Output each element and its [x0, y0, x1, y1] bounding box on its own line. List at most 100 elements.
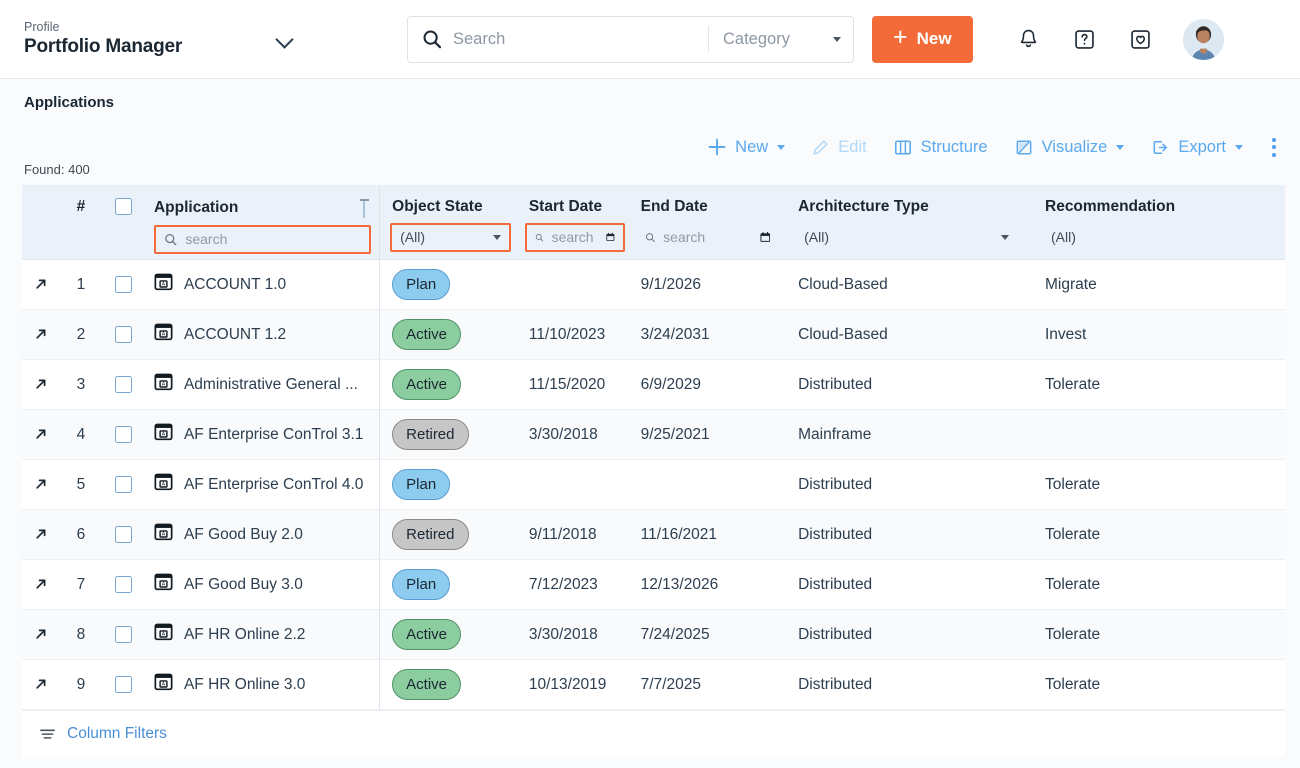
open-detail-icon[interactable]: [33, 676, 50, 693]
row-application[interactable]: A AF Good Buy 2.0: [145, 509, 380, 560]
table-row[interactable]: 4 A AF Enterprise ConTrol 3.1 Retired 3/30/2…: [22, 409, 1285, 460]
row-application[interactable]: A AF Enterprise ConTrol 4.0: [145, 459, 380, 510]
category-dropdown[interactable]: Category: [709, 30, 853, 49]
global-search-bar[interactable]: Category: [407, 15, 854, 63]
row-expand-cell[interactable]: [22, 459, 61, 510]
row-checkbox[interactable]: [115, 625, 133, 643]
recommendation-filter-select[interactable]: (All): [1043, 223, 1267, 252]
row-application[interactable]: A AF HR Online 3.0: [145, 659, 380, 710]
row-application[interactable]: A ACCOUNT 1.2: [145, 309, 380, 360]
row-application[interactable]: A Administrative General ...: [145, 359, 380, 410]
application-filter-input[interactable]: [185, 231, 362, 247]
bell-icon[interactable]: [1016, 26, 1042, 52]
row-checkbox-cell[interactable]: [101, 259, 146, 310]
page-body: Applications New Edit Structure Visualiz…: [0, 79, 1300, 768]
row-checkbox[interactable]: [115, 525, 133, 543]
row-application[interactable]: A AF HR Online 2.2: [145, 609, 380, 660]
end-date-filter-input[interactable]: [663, 229, 752, 245]
column-filters-link[interactable]: Column Filters: [67, 725, 167, 743]
new-button[interactable]: + New: [872, 15, 973, 63]
avatar[interactable]: [1182, 18, 1224, 60]
header-architecture-type[interactable]: Architecture Type (All): [788, 185, 1035, 260]
toolbar-structure[interactable]: Structure: [880, 130, 1001, 164]
open-detail-icon[interactable]: [33, 276, 50, 293]
open-detail-icon[interactable]: [33, 576, 50, 593]
row-expand-cell[interactable]: [22, 559, 61, 610]
row-object-state: Active: [379, 359, 519, 410]
row-checkbox-cell[interactable]: [101, 609, 146, 660]
row-checkbox-cell[interactable]: [101, 459, 146, 510]
toolbar-export[interactable]: Export: [1137, 130, 1256, 164]
svg-text:A: A: [162, 432, 166, 438]
header-select-all: [101, 185, 146, 260]
chevron-down-icon: [833, 36, 841, 42]
table-row[interactable]: 1 A ACCOUNT 1.0 Plan 9/1/2026 Cloud-Based Migr…: [22, 259, 1285, 310]
open-detail-icon[interactable]: [33, 426, 50, 443]
row-checkbox-cell[interactable]: [101, 659, 146, 710]
row-checkbox-cell[interactable]: [101, 409, 146, 460]
open-detail-icon[interactable]: [33, 526, 50, 543]
row-expand-cell[interactable]: [22, 409, 61, 460]
row-checkbox[interactable]: [115, 675, 133, 693]
row-checkbox[interactable]: [115, 375, 133, 393]
row-application[interactable]: A AF Good Buy 3.0: [145, 559, 380, 610]
row-architecture-type: Distributed: [788, 659, 1035, 710]
start-date-filter-input[interactable]: [551, 229, 598, 245]
more-options-icon[interactable]: [1256, 137, 1286, 157]
header-start-date[interactable]: Start Date: [518, 185, 631, 260]
application-icon: A: [154, 273, 173, 296]
application-filter-box[interactable]: [153, 224, 372, 254]
table-row[interactable]: 8 A AF HR Online 2.2 Active 3/30/2018 7/24/20…: [22, 609, 1285, 660]
row-checkbox-cell[interactable]: [101, 309, 146, 360]
row-checkbox[interactable]: [115, 475, 133, 493]
header-object-state[interactable]: Object State (All): [379, 185, 519, 260]
row-expand-cell[interactable]: [22, 359, 61, 410]
profile-switcher[interactable]: Profile Portfolio Manager: [0, 19, 310, 59]
row-expand-cell[interactable]: [22, 609, 61, 660]
row-checkbox-cell[interactable]: [101, 359, 146, 410]
applications-table: # Application search Object State (All) …: [22, 185, 1285, 710]
chevron-down-icon[interactable]: [274, 28, 296, 50]
toolbar-visualize[interactable]: Visualize: [1001, 130, 1138, 164]
row-expand-cell[interactable]: [22, 509, 61, 560]
table-row[interactable]: 2 A ACCOUNT 1.2 Active 11/10/2023 3/24/2031 Cl…: [22, 309, 1285, 360]
toolbar-new[interactable]: New: [694, 130, 798, 164]
row-checkbox[interactable]: [115, 425, 133, 443]
header-application[interactable]: Application: [145, 185, 380, 260]
header-end-date[interactable]: End Date: [630, 185, 789, 260]
table-row[interactable]: 5 A AF Enterprise ConTrol 4.0 Plan Distribut…: [22, 459, 1285, 510]
row-expand-cell[interactable]: [22, 309, 61, 360]
select-all-checkbox[interactable]: [115, 198, 133, 216]
row-checkbox-cell[interactable]: [101, 509, 146, 560]
row-start-date: 9/11/2018: [518, 509, 631, 560]
row-checkbox[interactable]: [115, 325, 133, 343]
table-row[interactable]: 9 A AF HR Online 3.0 Active 10/13/2019 7/7/20…: [22, 659, 1285, 710]
end-date-filter-box[interactable]: [637, 223, 778, 252]
row-checkbox[interactable]: [115, 575, 133, 593]
open-detail-icon[interactable]: [33, 326, 50, 343]
open-detail-icon[interactable]: [33, 476, 50, 493]
header-recommendation[interactable]: Recommendation (All): [1035, 185, 1285, 260]
help-icon[interactable]: [1072, 26, 1098, 52]
application-icon: A: [154, 423, 173, 446]
object-state-filter-select[interactable]: (All): [390, 222, 511, 252]
table-row[interactable]: 7 A AF Good Buy 3.0 Plan 7/12/2023 12/13/2026…: [22, 559, 1285, 610]
row-start-date: 10/13/2019: [518, 659, 631, 710]
open-detail-icon[interactable]: [33, 376, 50, 393]
row-checkbox[interactable]: [115, 275, 133, 293]
start-date-filter-box[interactable]: [524, 222, 625, 252]
status-badge: Plan: [392, 569, 451, 600]
bookmark-heart-icon[interactable]: [1128, 26, 1154, 52]
sort-ascending-icon[interactable]: [357, 197, 371, 219]
row-checkbox-cell[interactable]: [101, 559, 146, 610]
table-row[interactable]: 3 A Administrative General ... Active 11/15/…: [22, 359, 1285, 410]
row-expand-cell[interactable]: [22, 659, 61, 710]
row-application[interactable]: A AF Enterprise ConTrol 3.1: [145, 409, 380, 460]
toolbar-edit[interactable]: Edit: [798, 130, 879, 164]
open-detail-icon[interactable]: [33, 626, 50, 643]
table-row[interactable]: 6 A AF Good Buy 2.0 Retired 9/11/2018 11/16/2…: [22, 509, 1285, 560]
row-application[interactable]: A ACCOUNT 1.0: [145, 259, 380, 310]
architecture-type-filter-select[interactable]: (All): [796, 223, 1017, 252]
row-expand-cell[interactable]: [22, 259, 61, 310]
search-input[interactable]: [453, 29, 708, 49]
